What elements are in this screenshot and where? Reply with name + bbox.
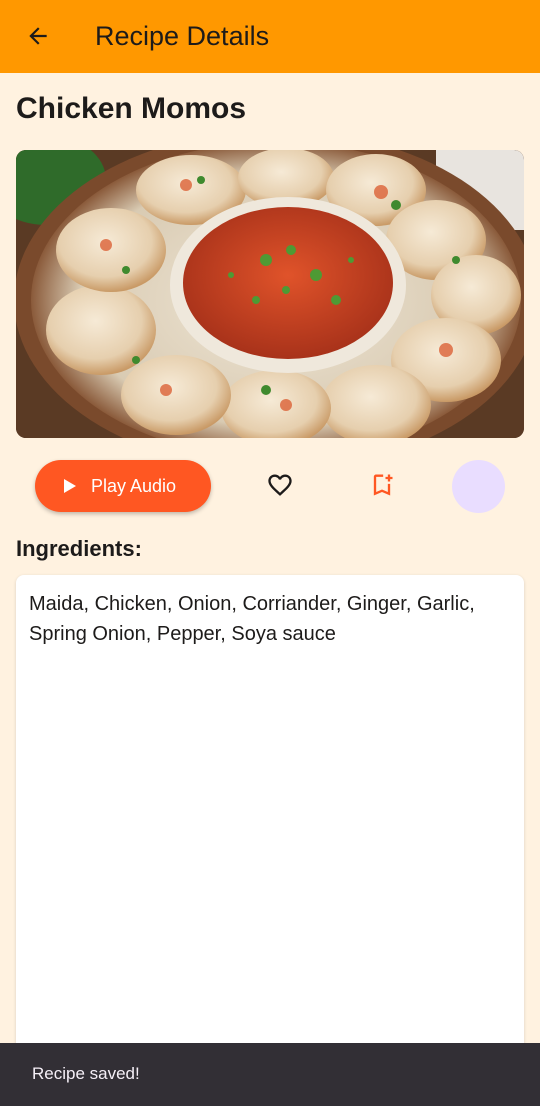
app-bar: Recipe Details (0, 0, 540, 73)
play-audio-label: Play Audio (91, 475, 177, 496)
ingredients-heading: Ingredients: (16, 536, 142, 561)
favorite-button[interactable] (262, 467, 298, 503)
recipe-title: Chicken Momos (16, 92, 247, 125)
recipe-actions: Play Audio (0, 458, 540, 514)
back-button[interactable] (20, 18, 56, 54)
app-bar-title: Recipe Details (95, 21, 270, 51)
arrow-back-icon (29, 27, 47, 45)
ingredients-text: Maida, Chicken, Onion, Corriander, Ginge… (29, 593, 475, 645)
heart-outline-icon (268, 474, 292, 496)
momos-photo (16, 150, 524, 438)
ingredients-card: Maida, Chicken, Onion, Corriander, Ginge… (16, 575, 524, 1055)
play-icon (64, 479, 76, 493)
floating-action-button[interactable] (452, 460, 505, 513)
play-audio-button[interactable]: Play Audio (35, 460, 211, 512)
recipe-image (16, 150, 524, 438)
snackbar-message: Recipe saved! (32, 1064, 140, 1083)
bookmark-add-icon (373, 474, 393, 496)
bookmark-button[interactable] (364, 467, 400, 503)
snackbar: Recipe saved! (0, 1043, 540, 1106)
